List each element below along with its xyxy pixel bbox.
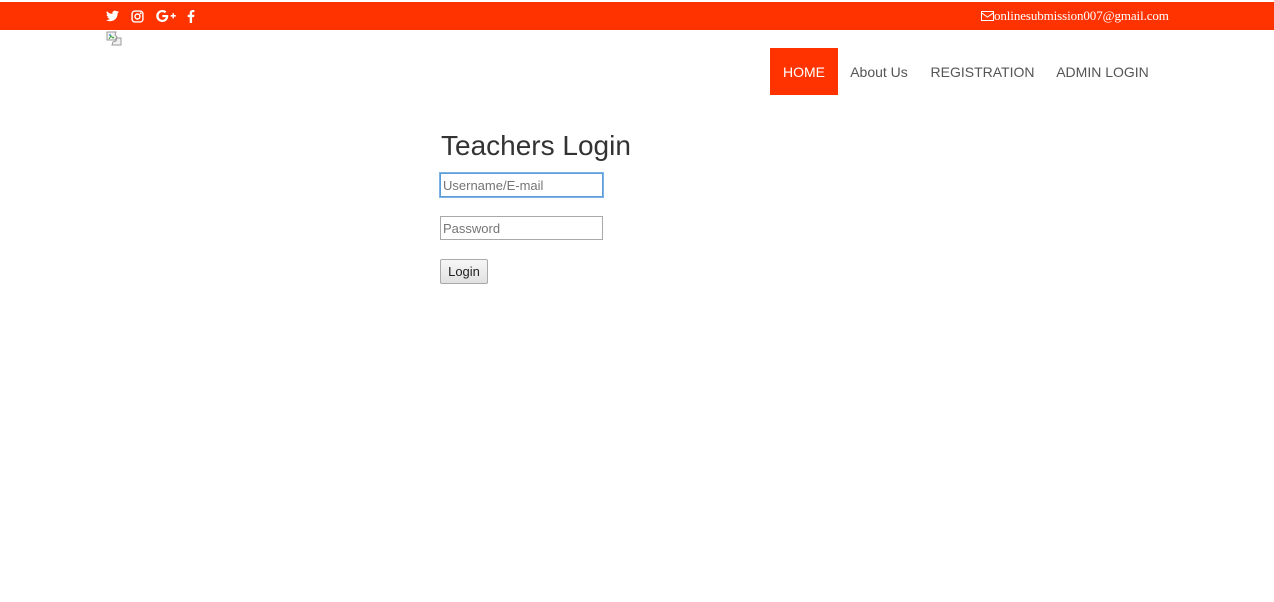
- username-field[interactable]: [440, 173, 603, 197]
- page-title: Teachers Login: [441, 130, 631, 161]
- nav-item-about-us[interactable]: About Us: [838, 48, 920, 95]
- top-bar: onlinesubmission007@gmail.com: [0, 2, 1274, 30]
- instagram-icon[interactable]: [131, 2, 144, 30]
- login-button[interactable]: Login: [440, 259, 488, 284]
- password-field[interactable]: [440, 216, 603, 240]
- contact-email: onlinesubmission007@gmail.com: [981, 2, 1169, 30]
- email-address[interactable]: onlinesubmission007@gmail.com: [994, 8, 1169, 24]
- envelope-icon: [981, 11, 994, 21]
- nav-item-registration[interactable]: REGISTRATION: [920, 48, 1045, 95]
- nav-item-admin-login[interactable]: ADMIN LOGIN: [1045, 48, 1160, 95]
- facebook-icon[interactable]: [187, 2, 195, 30]
- google-plus-icon[interactable]: [156, 2, 176, 30]
- nav-item-home[interactable]: HOME: [770, 48, 838, 95]
- broken-image-icon: [106, 31, 122, 46]
- twitter-icon[interactable]: [106, 2, 119, 30]
